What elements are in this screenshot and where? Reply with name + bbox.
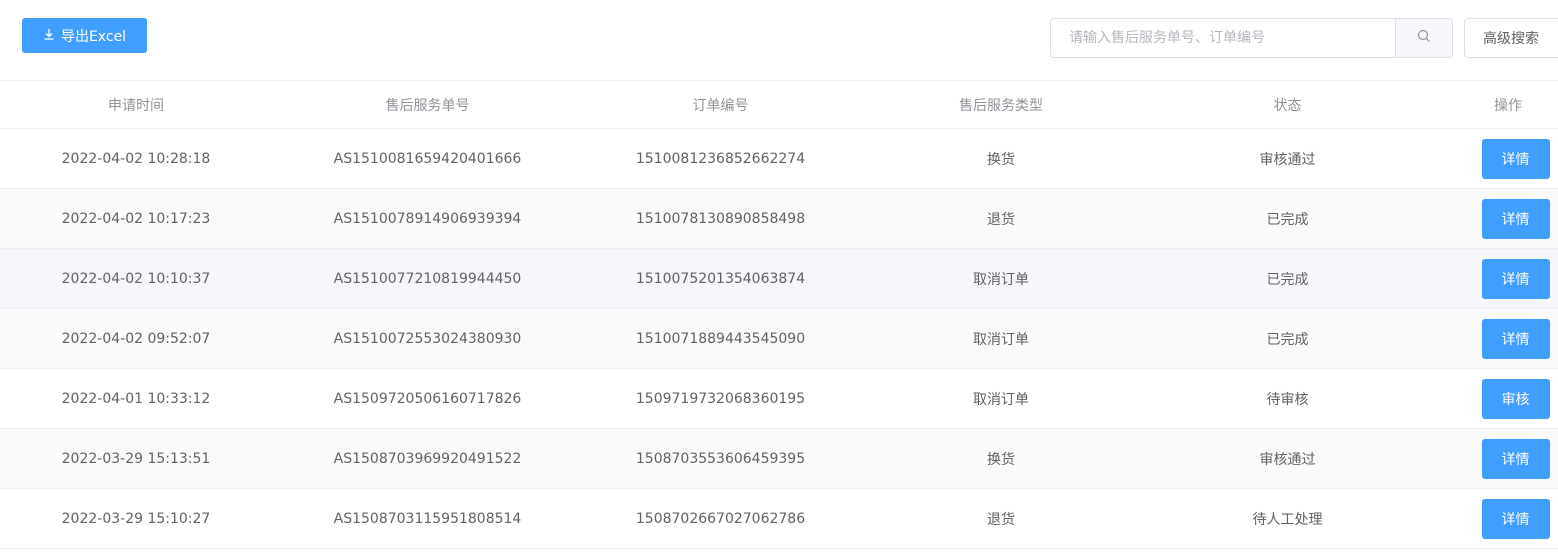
advanced-search-label: 高级搜索 <box>1483 31 1539 47</box>
cell-actions: 详情 <box>1458 309 1558 368</box>
table-body: 2022-04-02 10:28:18 AS1510081659420401666… <box>0 129 1558 549</box>
detail-button[interactable]: 详情 <box>1481 258 1550 299</box>
review-button[interactable]: 审核 <box>1481 378 1550 419</box>
table-row: 2022-04-01 10:33:12 AS1509720506160717826… <box>0 369 1558 429</box>
cell-order-no: 1510078130890858498 <box>635 210 806 227</box>
table-row: 2022-04-02 10:17:23 AS1510078914906939394… <box>0 189 1558 249</box>
search-button[interactable] <box>1395 19 1452 57</box>
cell-apply-time: 2022-03-29 15:13:51 <box>61 450 211 467</box>
cell-status: 待人工处理 <box>1252 511 1323 528</box>
cell-order-no: 1510081236852662274 <box>635 150 806 167</box>
header-status: 状态 <box>1273 97 1302 114</box>
header-actions: 操作 <box>1494 97 1522 114</box>
header-apply-time: 申请时间 <box>108 97 164 114</box>
cell-actions: 详情 <box>1458 189 1558 248</box>
detail-button[interactable]: 详情 <box>1481 138 1550 179</box>
detail-button[interactable]: 详情 <box>1481 198 1550 239</box>
cell-order-no: 1510071889443545090 <box>635 330 806 347</box>
cell-service-no: AS1510078914906939394 <box>333 210 522 227</box>
cell-order-no: 1508703553606459395 <box>635 450 806 467</box>
table-header: 申请时间 售后服务单号 订单编号 售后服务类型 状态 操作 <box>0 81 1558 129</box>
cell-status: 审核通过 <box>1259 451 1316 468</box>
cell-service-type: 退货 <box>987 511 1015 528</box>
toolbar: 导出Excel 高级搜索 <box>0 0 1558 80</box>
cell-status: 已完成 <box>1266 271 1309 288</box>
table-row: 2022-04-02 09:52:07 AS1510072553024380930… <box>0 309 1558 369</box>
cell-apply-time: 2022-04-01 10:33:12 <box>61 390 211 407</box>
download-icon <box>43 28 55 43</box>
header-service-no: 售后服务单号 <box>385 97 470 114</box>
header-order-no: 订单编号 <box>692 97 749 114</box>
detail-button[interactable]: 详情 <box>1481 498 1550 539</box>
cell-service-no: AS1508703115951808514 <box>333 510 522 527</box>
cell-actions: 审核 <box>1458 369 1558 428</box>
cell-service-type: 换货 <box>987 151 1015 168</box>
cell-service-no: AS1508703969920491522 <box>333 450 522 467</box>
detail-button[interactable]: 详情 <box>1481 318 1550 359</box>
cell-apply-time: 2022-04-02 10:28:18 <box>61 150 211 167</box>
cell-service-no: AS1510081659420401666 <box>333 150 522 167</box>
cell-service-type: 换货 <box>987 451 1015 468</box>
advanced-search-button[interactable]: 高级搜索 <box>1464 18 1558 58</box>
cell-service-no: AS1510072553024380930 <box>333 330 522 347</box>
table-row: 2022-04-02 10:10:37 AS1510077210819944450… <box>0 249 1558 309</box>
export-excel-button[interactable]: 导出Excel <box>22 18 147 53</box>
cell-service-type: 退货 <box>987 211 1015 228</box>
cell-status: 待审核 <box>1266 391 1309 408</box>
cell-service-type: 取消订单 <box>973 271 1029 288</box>
cell-status: 已完成 <box>1266 211 1309 228</box>
cell-order-no: 1510075201354063874 <box>635 270 806 287</box>
cell-service-type: 取消订单 <box>973 391 1029 408</box>
search-box <box>1050 18 1453 58</box>
cell-order-no: 1509719732068360195 <box>635 390 806 407</box>
after-sales-table: 申请时间 售后服务单号 订单编号 售后服务类型 状态 操作 2022-04-02… <box>0 80 1558 549</box>
search-icon <box>1417 29 1431 47</box>
cell-status: 审核通过 <box>1259 151 1316 168</box>
cell-service-no: AS1510077210819944450 <box>333 270 522 287</box>
table-row: 2022-03-29 15:13:51 AS1508703969920491522… <box>0 429 1558 489</box>
cell-order-no: 1508702667027062786 <box>635 510 806 527</box>
cell-apply-time: 2022-03-29 15:10:27 <box>61 510 211 527</box>
table-row: 2022-03-29 15:10:27 AS1508703115951808514… <box>0 489 1558 549</box>
cell-actions: 详情 <box>1458 489 1558 548</box>
cell-apply-time: 2022-04-02 10:10:37 <box>61 270 211 287</box>
detail-button[interactable]: 详情 <box>1481 438 1550 479</box>
cell-apply-time: 2022-04-02 10:17:23 <box>61 210 211 227</box>
search-input[interactable] <box>1051 19 1395 57</box>
cell-service-no: AS1509720506160717826 <box>333 390 522 407</box>
header-service-type: 售后服务类型 <box>959 97 1043 114</box>
export-excel-label: 导出Excel <box>60 28 127 45</box>
cell-service-type: 取消订单 <box>973 331 1029 348</box>
cell-apply-time: 2022-04-02 09:52:07 <box>61 330 211 347</box>
cell-status: 已完成 <box>1266 331 1309 348</box>
cell-actions: 详情 <box>1458 129 1558 188</box>
cell-actions: 详情 <box>1458 429 1558 488</box>
cell-actions: 详情 <box>1458 249 1558 308</box>
table-row: 2022-04-02 10:28:18 AS1510081659420401666… <box>0 129 1558 189</box>
